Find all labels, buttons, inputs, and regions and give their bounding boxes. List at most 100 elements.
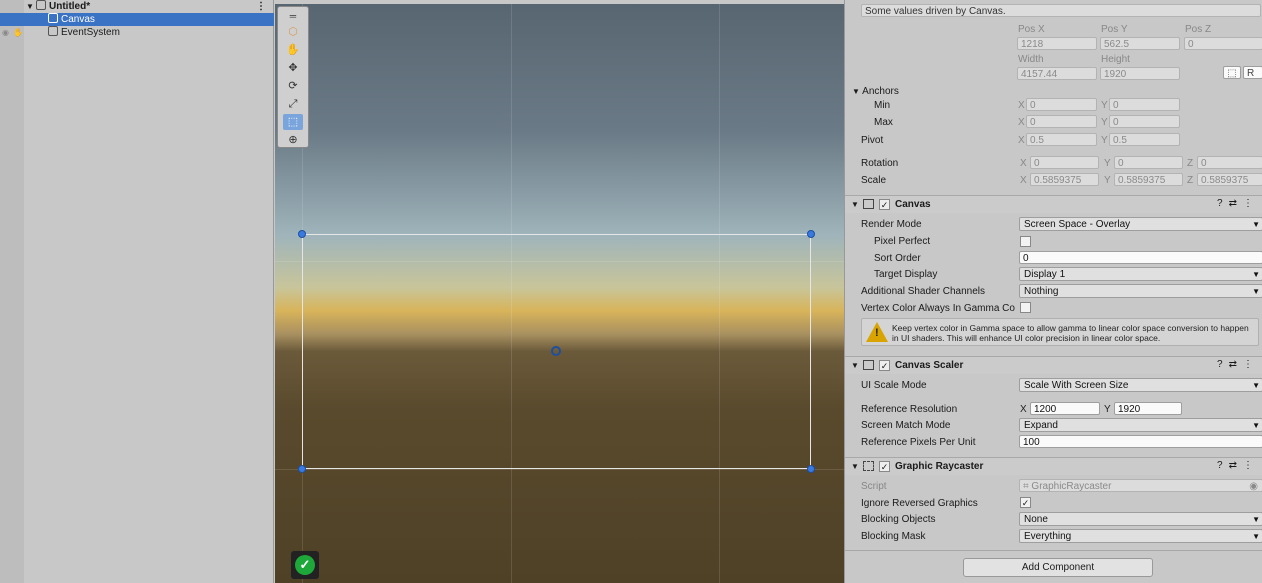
script-field[interactable]: ⌗ GraphicRaycaster ◉	[1019, 479, 1262, 492]
hierarchy-item-label: EventSystem	[61, 27, 120, 38]
kebab-menu-icon[interactable]: ⋮	[1243, 198, 1259, 209]
foldout-arrow-icon[interactable]: ▼	[851, 462, 859, 471]
preset-icon[interactable]: ⇄	[1229, 460, 1243, 471]
pos-y-field[interactable]: 562.5	[1100, 37, 1180, 50]
pixel-perfect-checkbox[interactable]	[1020, 236, 1031, 247]
target-display-dropdown[interactable]: Display 1 ▼	[1019, 267, 1262, 281]
preset-icon[interactable]: ⇄	[1229, 198, 1243, 209]
rect-tool-icon[interactable]: ⬚	[283, 114, 303, 130]
canvas-component-header[interactable]: ▼ ✓ Canvas ?⇄⋮	[845, 195, 1262, 213]
canvas-scaler-icon	[863, 360, 874, 370]
rect-handle-bottom-left[interactable]	[298, 465, 306, 473]
help-icon[interactable]: ?	[1217, 359, 1229, 370]
reference-ppu-field[interactable]: 100	[1019, 435, 1262, 448]
foldout-arrow-icon[interactable]: ▼	[851, 361, 859, 370]
anchor-max-y-field[interactable]: 0	[1109, 115, 1180, 128]
screen-match-mode-dropdown[interactable]: Expand ▼	[1019, 418, 1262, 432]
axis-y-label: Y	[1101, 100, 1108, 111]
blocking-objects-label: Blocking Objects	[861, 514, 936, 525]
kebab-menu-icon[interactable]: ⋮	[1243, 460, 1259, 471]
dropdown-value: Scale With Screen Size	[1024, 380, 1129, 391]
visibility-eye-icon[interactable]: ◉	[2, 26, 9, 39]
shader-channels-dropdown[interactable]: Nothing ▼	[1019, 284, 1262, 298]
vertex-color-label: Vertex Color Always In Gamma Co	[861, 303, 1015, 314]
scene-name: Untitled*	[49, 1, 91, 12]
scale-tool-icon[interactable]: ⤢	[283, 96, 303, 112]
ignore-reversed-checkbox[interactable]: ✓	[1020, 497, 1031, 508]
rotation-x-field[interactable]: 0	[1030, 156, 1099, 169]
expand-arrow-icon[interactable]: ▼	[26, 0, 36, 13]
render-mode-dropdown[interactable]: Screen Space - Overlay ▼	[1019, 217, 1262, 231]
grid-line	[275, 469, 844, 470]
ui-scale-mode-label: UI Scale Mode	[861, 380, 927, 391]
sort-order-field[interactable]: 0	[1019, 251, 1262, 264]
pickable-hand-icon[interactable]: ✋	[13, 26, 23, 39]
add-component-button[interactable]: Add Component	[963, 558, 1153, 577]
rotation-z-field[interactable]: 0	[1197, 156, 1262, 169]
blocking-objects-dropdown[interactable]: None ▼	[1019, 512, 1262, 526]
pivot-y-field[interactable]: 0.5	[1109, 133, 1180, 146]
anchor-min-y-field[interactable]: 0	[1109, 98, 1180, 111]
raw-edit-button[interactable]: R	[1243, 66, 1262, 79]
pos-x-field[interactable]: 1218	[1017, 37, 1097, 50]
foldout-arrow-icon[interactable]: ▼	[851, 200, 859, 209]
preset-icon[interactable]: ⇄	[1229, 359, 1243, 370]
anchor-max-label: Max	[874, 117, 893, 128]
scene-view[interactable]: ═ ⬡ ✋ ✥ ⟳ ⤢ ⬚ ⊕ ✓	[275, 4, 844, 583]
vertex-color-checkbox[interactable]	[1020, 302, 1031, 313]
rotation-label: Rotation	[861, 158, 899, 169]
pivot-handle[interactable]	[551, 346, 561, 356]
anchor-min-x-field[interactable]: 0	[1026, 98, 1097, 111]
anchor-max-x-field[interactable]: 0	[1026, 115, 1097, 128]
object-picker-icon[interactable]: ◉	[1249, 480, 1258, 491]
height-label: Height	[1101, 54, 1130, 65]
kebab-menu-icon[interactable]: ⋮	[1243, 359, 1259, 370]
transform-tool-icon[interactable]: ⊕	[283, 132, 303, 148]
help-icon[interactable]: ?	[1217, 198, 1229, 209]
canvas-component-icon	[863, 199, 874, 209]
axis-x-label: X	[1018, 117, 1025, 128]
gamma-warning-box: ! Keep vertex color in Gamma space to al…	[861, 318, 1259, 346]
canvas-scaler-enabled-checkbox[interactable]: ✓	[879, 360, 890, 371]
scale-y-field[interactable]: 0.5859375	[1114, 173, 1183, 186]
canvas-scaler-header[interactable]: ▼ ✓ Canvas Scaler ?⇄⋮	[845, 356, 1262, 374]
reference-resolution-x-field[interactable]: 1200	[1030, 402, 1100, 415]
move-tool-icon[interactable]: ✥	[283, 60, 303, 76]
hand-tool-icon[interactable]: ✋	[283, 42, 303, 58]
blocking-mask-dropdown[interactable]: Everything ▼	[1019, 529, 1262, 543]
rect-handle-top-right[interactable]	[807, 230, 815, 238]
hierarchy-item-canvas[interactable]: Canvas	[0, 13, 274, 26]
width-label: Width	[1018, 54, 1044, 65]
scale-x-field[interactable]: 0.5859375	[1030, 173, 1099, 186]
axis-x-label: X	[1018, 135, 1025, 146]
rotate-tool-icon[interactable]: ⟳	[283, 78, 303, 94]
canvas-enabled-checkbox[interactable]: ✓	[879, 199, 890, 210]
pos-x-label: Pos X	[1018, 24, 1045, 35]
gameobject-icon	[48, 26, 58, 36]
scale-z-field[interactable]: 0.5859375	[1197, 173, 1262, 186]
rotation-y-field[interactable]: 0	[1114, 156, 1183, 169]
reference-resolution-y-field[interactable]: 1920	[1114, 402, 1182, 415]
rect-handle-bottom-right[interactable]	[807, 465, 815, 473]
driven-values-note: Some values driven by Canvas.	[861, 4, 1261, 17]
scene-root-row[interactable]: ▼ Untitled* ⋮	[0, 0, 274, 13]
toolbar-grip-icon[interactable]: ═	[283, 8, 303, 24]
checkmark-icon: ✓	[295, 555, 315, 575]
component-title: Canvas Scaler	[895, 360, 964, 371]
anchors-foldout[interactable]: ▼ Anchors	[852, 86, 899, 97]
rect-handle-top-left[interactable]	[298, 230, 306, 238]
view-cube-icon[interactable]: ⬡	[283, 24, 303, 40]
graphic-raycaster-enabled-checkbox[interactable]: ✓	[879, 461, 890, 472]
hierarchy-item-eventsystem[interactable]: ◉ ✋ EventSystem	[0, 26, 274, 39]
pos-z-field[interactable]: 0	[1184, 37, 1262, 50]
status-badge[interactable]: ✓	[291, 551, 319, 579]
height-field[interactable]: 1920	[1100, 67, 1180, 80]
width-field[interactable]: 4157.44	[1017, 67, 1097, 80]
pivot-x-field[interactable]: 0.5	[1026, 133, 1097, 146]
dropdown-value: Nothing	[1024, 286, 1059, 297]
kebab-menu-icon[interactable]: ⋮	[256, 0, 266, 13]
graphic-raycaster-header[interactable]: ▼ ✓ Graphic Raycaster ?⇄⋮	[845, 457, 1262, 475]
blueprint-mode-icon[interactable]: ⬚	[1223, 66, 1241, 79]
ui-scale-mode-dropdown[interactable]: Scale With Screen Size ▼	[1019, 378, 1262, 392]
help-icon[interactable]: ?	[1217, 460, 1229, 471]
